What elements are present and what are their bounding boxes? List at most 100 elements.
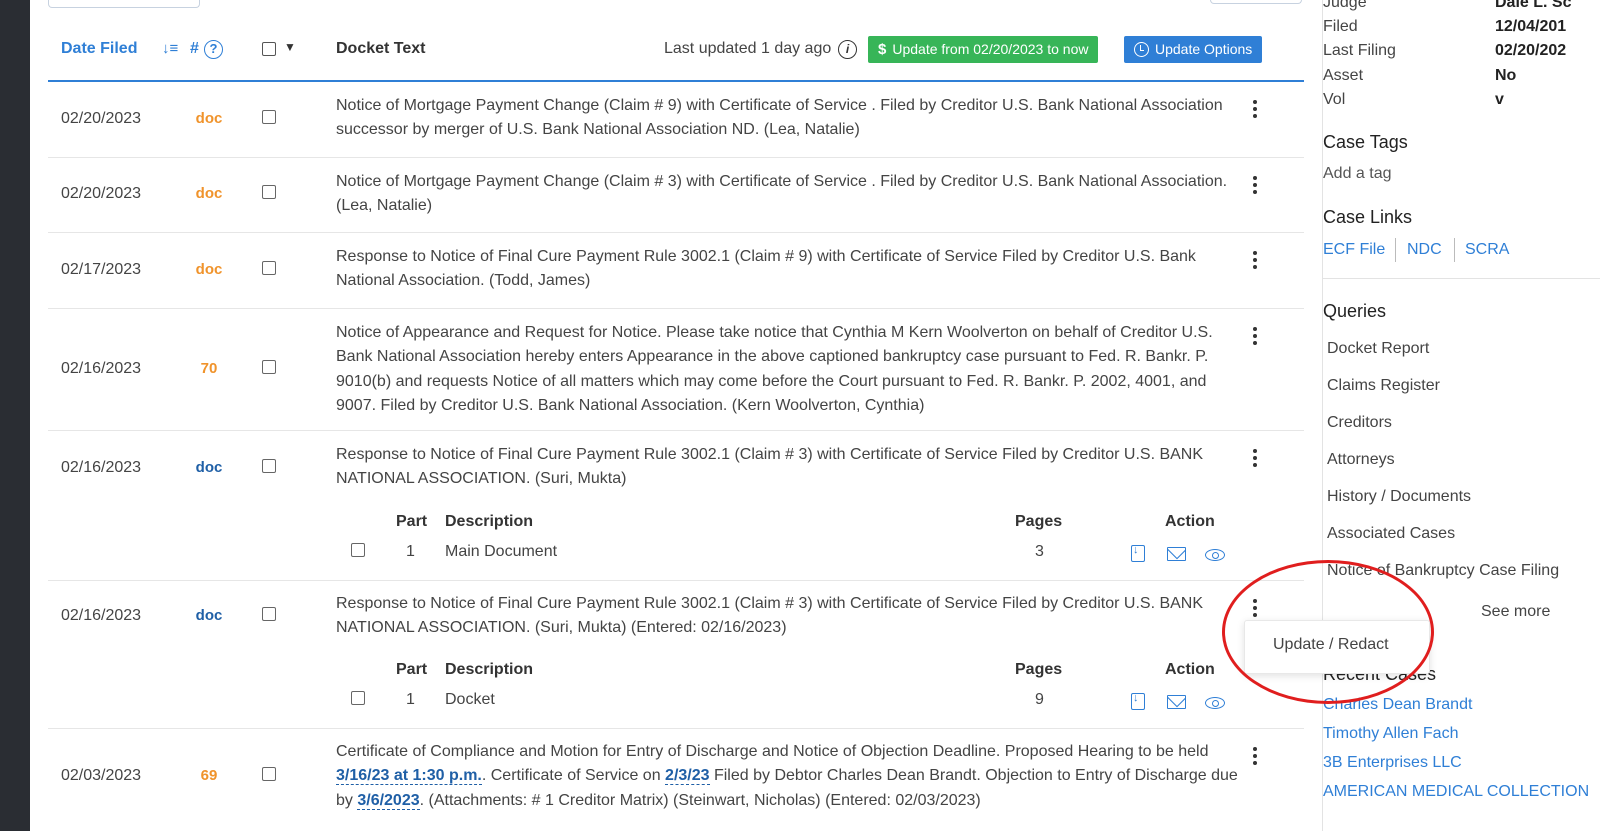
queries-title: Queries — [1323, 301, 1387, 321]
update-range-label: Update from 02/20/2023 to now — [892, 41, 1089, 57]
row-menu-icon[interactable] — [1248, 100, 1262, 120]
select-all-checkbox[interactable] — [262, 42, 276, 56]
docket-entry-text: Notice of Mortgage Payment Change (Claim… — [336, 97, 1223, 139]
row-date: 02/16/2023 — [61, 360, 142, 377]
part-checkbox[interactable] — [351, 543, 365, 557]
query-creditors[interactable]: Creditors — [1327, 414, 1392, 432]
select-menu-caret-icon[interactable]: ▼ — [284, 40, 296, 54]
download-icon[interactable] — [1131, 692, 1145, 710]
document-parts-table: Part Description Pages Action 1 Main Doc… — [348, 513, 1228, 573]
row-date: 02/20/2023 — [61, 185, 142, 202]
recent-case-link[interactable]: AMERICAN MEDICAL COLLECTION — [1323, 783, 1589, 801]
detail-label: Asset — [1323, 67, 1364, 84]
row-menu-icon[interactable] — [1248, 449, 1262, 469]
query-docket-report[interactable]: Docket Report — [1327, 340, 1429, 358]
doc-link[interactable]: doc — [194, 185, 224, 202]
part-description: Main Document — [445, 543, 558, 560]
objection-date-link[interactable]: 3/6/2023 — [357, 791, 420, 810]
recent-case-link[interactable]: Timothy Allen Fach — [1323, 725, 1458, 743]
query-attorneys[interactable]: Attorneys — [1327, 451, 1395, 469]
case-links-title: Case Links — [1323, 207, 1413, 227]
view-eye-icon[interactable] — [1205, 549, 1225, 561]
detail-value: No — [1495, 67, 1517, 84]
ecf-file-link[interactable]: ECF File — [1323, 241, 1385, 259]
update-range-button[interactable]: $ Update from 02/20/2023 to now — [868, 36, 1099, 63]
help-icon[interactable]: ? — [204, 40, 223, 59]
case-sidebar: Judge Dale L. Sc Filed 12/04/201 Last Fi… — [1322, 0, 1600, 831]
row-date: 02/03/2023 — [61, 767, 142, 784]
action-column-header: Action — [1165, 513, 1215, 530]
pages-column-header: Pages — [1015, 513, 1063, 530]
part-checkbox[interactable] — [351, 691, 365, 705]
row-date: 02/16/2023 — [61, 459, 142, 476]
info-icon[interactable]: i — [838, 40, 857, 59]
docket-entry-text: Response to Notice of Final Cure Payment… — [336, 248, 1196, 290]
add-tag-link[interactable]: Add a tag — [1323, 165, 1392, 183]
query-claims-register[interactable]: Claims Register — [1327, 377, 1440, 395]
recent-case-link[interactable]: 3B Enterprises LLC — [1323, 754, 1462, 772]
row-checkbox[interactable] — [262, 185, 276, 199]
left-gutter — [0, 0, 30, 831]
entry-text-segment: Certificate of Compliance and Motion for… — [336, 743, 1209, 760]
hearing-date-link[interactable]: 3/16/23 at 1:30 p.m. — [336, 767, 482, 786]
scra-link[interactable]: SCRA — [1465, 241, 1509, 259]
download-icon[interactable] — [1131, 544, 1145, 562]
view-eye-icon[interactable] — [1205, 697, 1225, 709]
sort-descending-icon[interactable]: ↓≡ — [162, 40, 178, 57]
docket-entry-text: Certificate of Compliance and Motion for… — [336, 740, 1246, 813]
row-checkbox[interactable] — [262, 360, 276, 374]
doc-link[interactable]: 69 — [194, 767, 224, 784]
part-column-header: Part — [396, 661, 428, 678]
link-separator — [1395, 238, 1396, 262]
doc-link[interactable]: doc — [194, 261, 224, 278]
row-date: 02/16/2023 — [61, 607, 142, 624]
detail-value: v — [1495, 91, 1504, 108]
table-row: 02/20/2023 doc Notice of Mortgage Paymen… — [48, 158, 1304, 233]
part-number: 1 — [406, 691, 415, 708]
row-menu-icon[interactable] — [1248, 176, 1262, 196]
row-checkbox[interactable] — [262, 607, 276, 621]
docket-panel: Date Filed ↓≡ # ? ▼ Docket Text Last upd… — [30, 0, 1322, 831]
date-filed-column-header[interactable]: Date Filed — [61, 40, 137, 58]
doc-link[interactable]: doc — [194, 110, 224, 127]
query-associated-cases[interactable]: Associated Cases — [1327, 525, 1455, 543]
table-row: 02/16/2023 doc Response to Notice of Fin… — [48, 581, 1304, 729]
ndc-link[interactable]: NDC — [1407, 241, 1442, 259]
docket-entry-text: Notice of Appearance and Request for Not… — [336, 324, 1213, 414]
email-icon[interactable] — [1167, 695, 1186, 709]
row-menu-icon[interactable] — [1248, 747, 1262, 767]
table-row: 02/20/2023 doc Notice of Mortgage Paymen… — [48, 82, 1304, 158]
doc-link[interactable]: doc — [194, 459, 224, 476]
query-history-documents[interactable]: History / Documents — [1327, 488, 1471, 506]
last-updated-text: Last updated 1 day ago — [664, 40, 832, 57]
docket-table-header: Date Filed ↓≡ # ? ▼ Docket Text Last upd… — [48, 30, 1304, 82]
row-menu-icon[interactable] — [1248, 327, 1262, 347]
service-date-link[interactable]: 2/3/23 — [665, 767, 710, 786]
part-pages: 3 — [1035, 543, 1044, 560]
link-separator — [1454, 238, 1455, 262]
detail-label: Last Filing — [1323, 42, 1396, 59]
row-checkbox[interactable] — [262, 110, 276, 124]
description-column-header: Description — [445, 661, 534, 678]
number-column-header[interactable]: # — [190, 40, 199, 58]
detail-label: Filed — [1323, 18, 1358, 35]
doc-link[interactable]: 70 — [194, 360, 224, 377]
row-menu-icon[interactable] — [1248, 251, 1262, 271]
row-date: 02/17/2023 — [61, 261, 142, 278]
row-checkbox[interactable] — [262, 261, 276, 275]
update-options-button[interactable]: Update Options — [1124, 36, 1263, 63]
row-checkbox[interactable] — [262, 767, 276, 781]
see-more-link[interactable]: See more — [1481, 603, 1550, 621]
top-toolbar-button-stub[interactable] — [48, 0, 200, 8]
top-toolbar-button-stub-right[interactable] — [1210, 0, 1302, 4]
row-checkbox[interactable] — [262, 459, 276, 473]
detail-value: Dale L. Sc — [1495, 0, 1572, 11]
table-row: 02/03/2023 69 Certificate of Compliance … — [48, 729, 1304, 831]
doc-link[interactable]: doc — [194, 607, 224, 624]
table-row: 02/16/2023 doc Response to Notice of Fin… — [48, 431, 1304, 581]
detail-label: Judge — [1323, 0, 1367, 11]
clock-icon — [1134, 42, 1149, 57]
email-icon[interactable] — [1167, 547, 1186, 561]
docket-entry-text: Response to Notice of Final Cure Payment… — [336, 446, 1204, 488]
part-column-header: Part — [396, 513, 428, 530]
